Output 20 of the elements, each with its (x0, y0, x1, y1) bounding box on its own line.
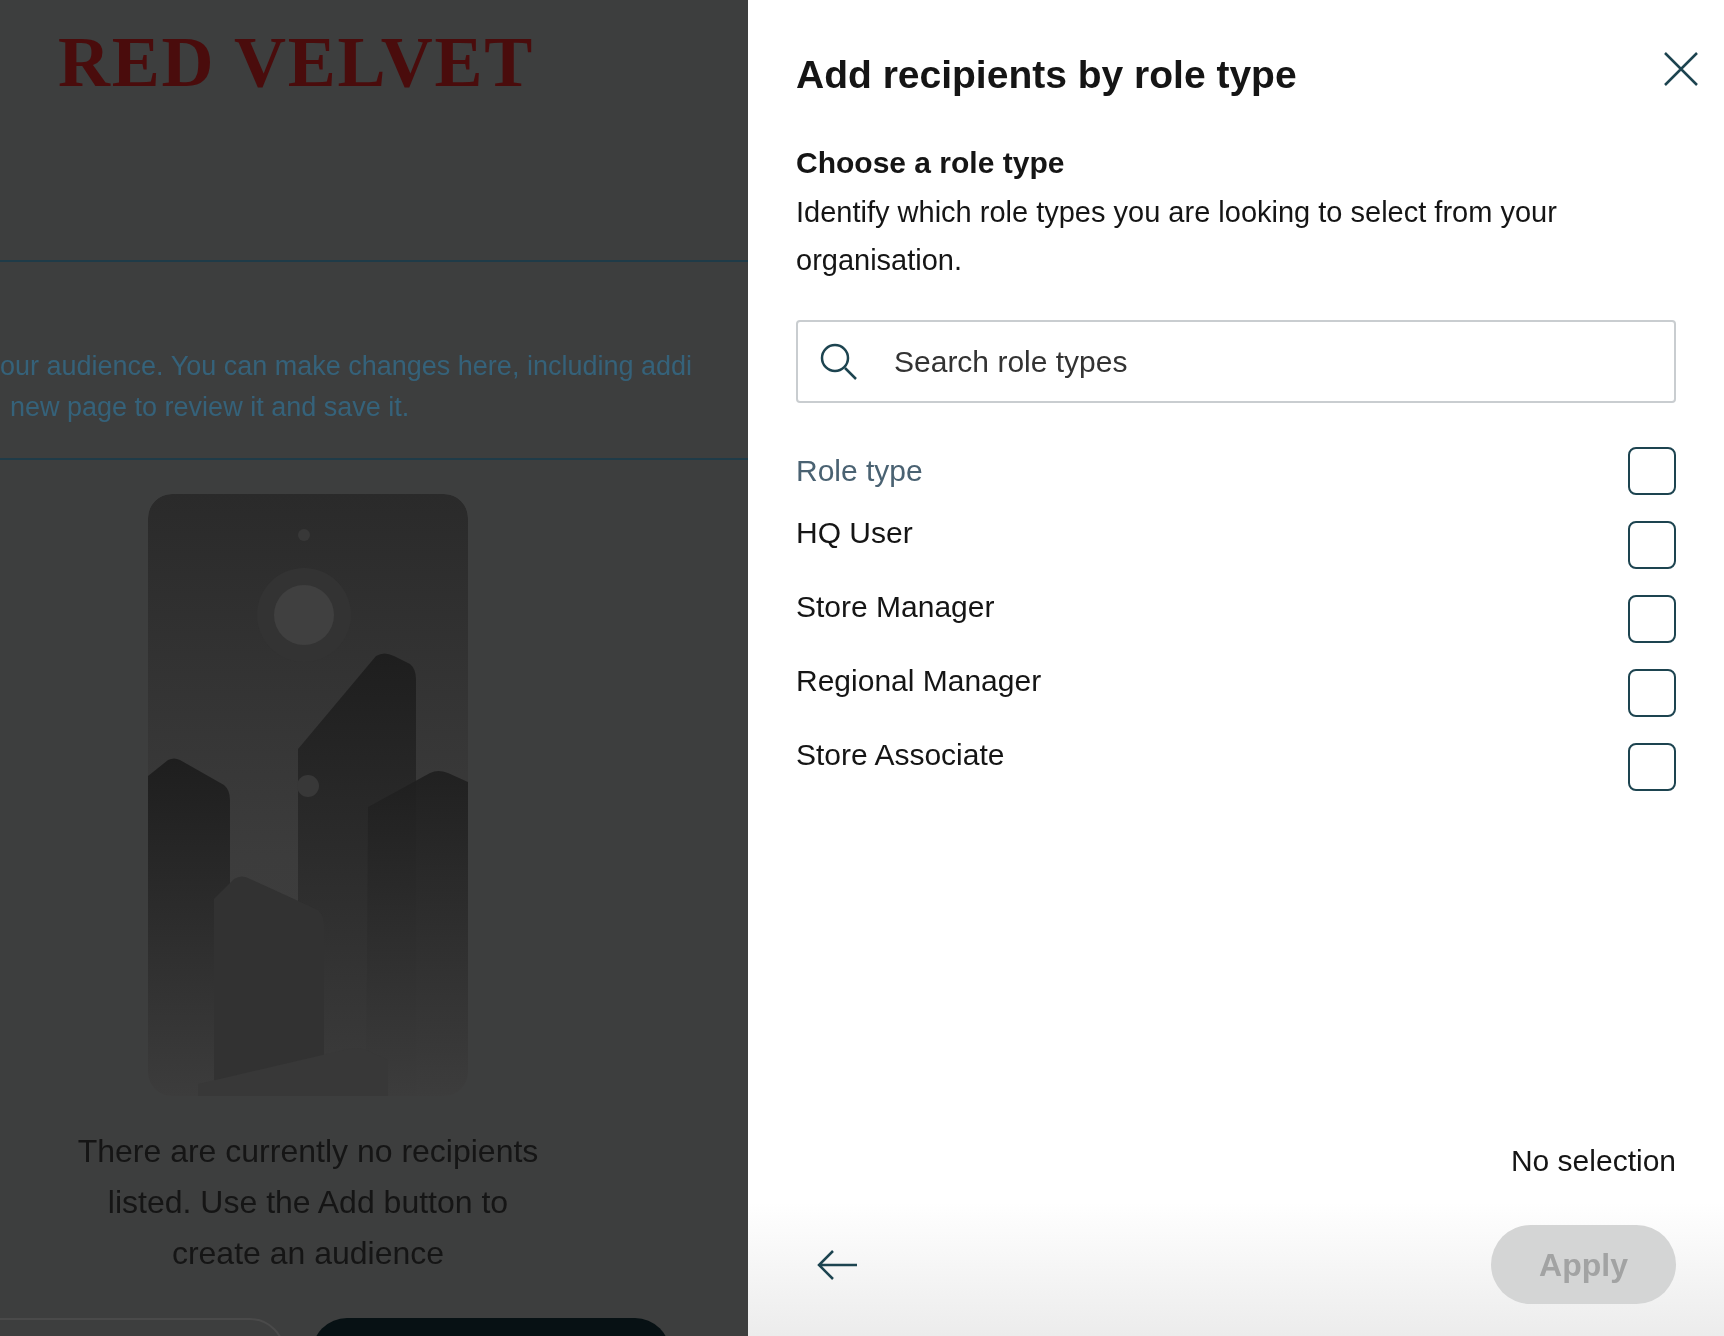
selection-status: No selection (1510, 1143, 1676, 1179)
checkbox[interactable] (1628, 743, 1676, 791)
checkbox[interactable] (1628, 595, 1676, 643)
intro-text: our audience. You can make changes here, including addi (0, 350, 693, 383)
intro-text: new page to review it and save it. (9, 391, 411, 424)
panel-title: Add recipients by role type (796, 52, 1297, 98)
back-arrow-icon (817, 1248, 857, 1281)
search-icon (818, 341, 858, 381)
section-title: Choose a role type (796, 145, 1066, 181)
role-label: HQ User (796, 515, 913, 551)
search-field[interactable]: Search role types (796, 320, 1676, 403)
role-label: Store Associate (796, 737, 1005, 773)
role-label: Store Manager (796, 589, 995, 625)
checkbox[interactable] (1628, 521, 1676, 569)
close-icon (1663, 51, 1699, 87)
checkbox[interactable] (1628, 669, 1676, 717)
role-label: Regional Manager (796, 663, 1042, 699)
checkbox[interactable] (1628, 447, 1676, 495)
column-header: Role type (796, 453, 923, 489)
section-description: Identify which role types you are looking to select from your organisation. (796, 195, 1558, 278)
